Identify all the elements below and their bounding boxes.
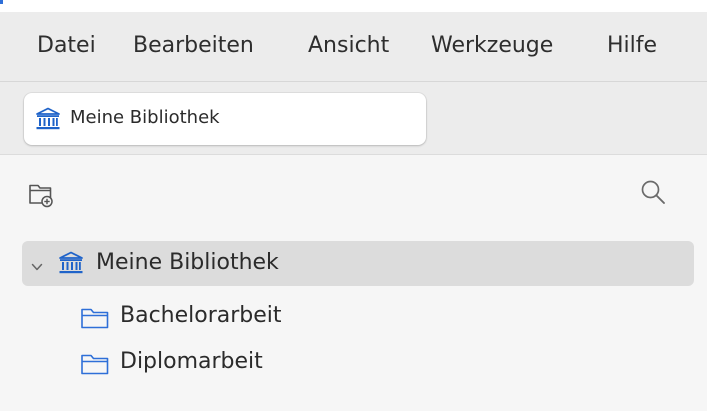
tree-row-my-library[interactable]: Meine Bibliothek bbox=[22, 241, 694, 286]
tree-row-diplomarbeit[interactable]: Diplomarbeit bbox=[22, 341, 694, 386]
menu-edit[interactable]: Bearbeiten bbox=[133, 29, 254, 63]
tab-my-library[interactable]: Meine Bibliothek bbox=[24, 93, 426, 145]
chevron-down-icon[interactable] bbox=[31, 257, 43, 271]
search-icon[interactable] bbox=[640, 179, 666, 205]
library-icon bbox=[58, 251, 84, 279]
tree-row-label: Diplomarbeit bbox=[120, 349, 263, 374]
tab-label: Meine Bibliothek bbox=[70, 107, 220, 128]
window-corner-mark bbox=[0, 0, 3, 4]
menu-bar: Datei Bearbeiten Ansicht Werkzeuge Hilfe bbox=[0, 12, 707, 82]
folder-icon bbox=[80, 352, 110, 380]
new-collection-icon[interactable] bbox=[28, 180, 54, 208]
menu-file[interactable]: Datei bbox=[37, 29, 96, 63]
folder-icon bbox=[80, 306, 110, 334]
menu-view[interactable]: Ansicht bbox=[308, 29, 389, 63]
menu-tools[interactable]: Werkzeuge bbox=[431, 29, 553, 63]
collections-pane: Meine Bibliothek Bachelorarbeit Diplomar… bbox=[0, 155, 707, 411]
library-icon bbox=[35, 107, 61, 135]
menu-help[interactable]: Hilfe bbox=[607, 29, 657, 63]
window-top-strip bbox=[0, 0, 707, 12]
tree-row-label: Bachelorarbeit bbox=[120, 303, 282, 328]
tree-row-label: Meine Bibliothek bbox=[96, 250, 279, 275]
tree-row-bachelorarbeit[interactable]: Bachelorarbeit bbox=[22, 295, 694, 340]
tab-bar: Meine Bibliothek bbox=[0, 82, 707, 155]
